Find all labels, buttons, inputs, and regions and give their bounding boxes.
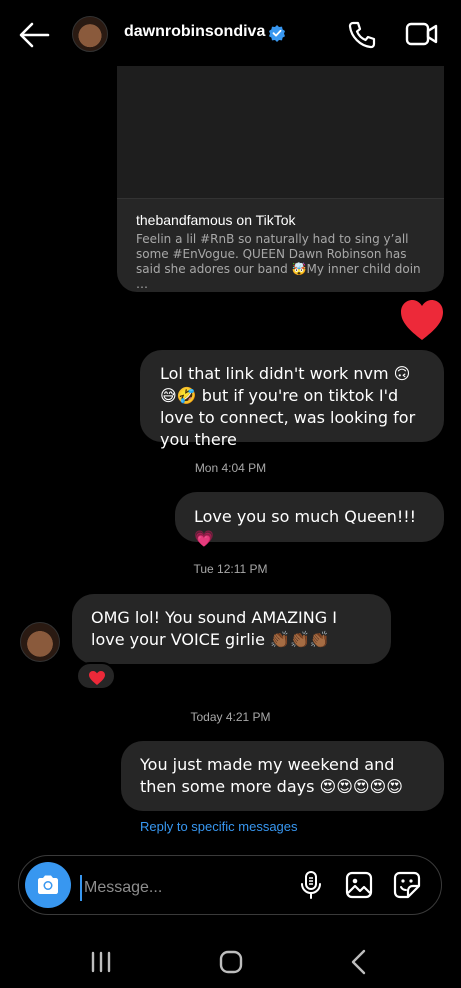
timestamp: Mon 4:04 PM [194, 461, 267, 475]
shared-post-preview [117, 66, 444, 199]
phone-call-icon[interactable] [346, 19, 378, 51]
shared-post-description: Feelin a lil #RnB so naturally had to si… [136, 232, 421, 291]
sticker-icon[interactable] [392, 870, 422, 900]
back-arrow-icon[interactable] [18, 20, 50, 50]
reply-hint-link[interactable]: Reply to specific messages [140, 819, 298, 834]
camera-icon [38, 875, 58, 894]
sent-message-bubble[interactable]: You just made my weekend and then some m… [121, 741, 444, 811]
shared-post-title: thebandfamous on TikTok [136, 212, 296, 228]
heart-icon [89, 671, 105, 685]
verified-badge-icon [269, 25, 285, 42]
sender-avatar[interactable] [20, 622, 60, 662]
microphone-icon[interactable] [299, 870, 323, 900]
heart-reaction-icon [401, 300, 443, 340]
video-call-icon[interactable] [405, 19, 439, 49]
message-reaction[interactable] [76, 662, 116, 690]
home-icon[interactable] [217, 948, 245, 976]
sent-message-bubble[interactable]: Lol that link didn't work nvm 🙃😅🤣 but if… [140, 350, 444, 449]
message-input[interactable] [80, 875, 291, 901]
shared-post-card[interactable]: thebandfamous on TikTok Feelin a lil #Rn… [117, 66, 444, 292]
chat-username[interactable]: dawnrobinsondiva [124, 23, 265, 41]
system-back-icon[interactable] [348, 948, 370, 976]
received-message-bubble[interactable]: OMG lol! You sound AMAZING I love your V… [72, 594, 391, 664]
sent-message-bubble[interactable]: Love you so much Queen!!! 💗 [175, 492, 444, 548]
camera-button[interactable] [25, 862, 71, 908]
recent-apps-icon[interactable] [88, 950, 114, 974]
timestamp: Today 4:21 PM [190, 710, 271, 724]
timestamp: Tue 12:11 PM [193, 562, 268, 576]
gallery-icon[interactable] [344, 870, 374, 900]
avatar[interactable] [72, 16, 108, 52]
